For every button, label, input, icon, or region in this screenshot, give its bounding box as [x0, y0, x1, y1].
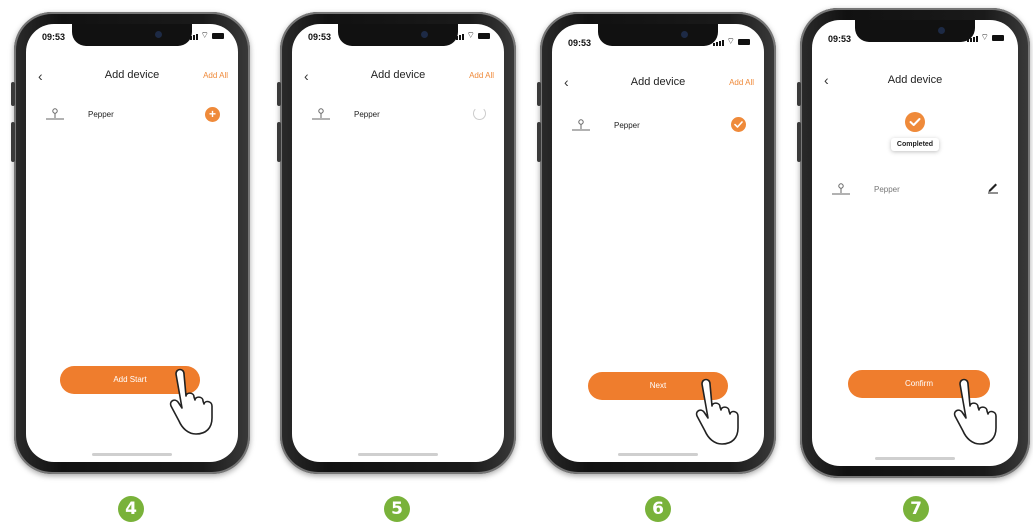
notch — [338, 24, 458, 46]
device-icon — [572, 119, 590, 131]
battery-icon — [992, 35, 1004, 41]
side-button — [277, 82, 281, 106]
check-icon — [905, 112, 925, 132]
step-badge: 4 — [118, 496, 144, 522]
side-button — [537, 122, 541, 162]
phone-frame-step-5: 09:53 ⌔ ‹ Add device Add All Pepper — [277, 12, 516, 474]
side-button — [797, 122, 801, 162]
status-icons: ⌔ — [186, 30, 224, 40]
home-indicator — [92, 453, 172, 456]
phone-screen: 09:53 ⌔ ‹ Add device Add All Pepper — [292, 24, 504, 462]
status-time: 09:53 — [308, 32, 332, 42]
side-button — [537, 82, 541, 106]
signal-icon — [966, 36, 978, 42]
notch — [855, 20, 975, 42]
signal-icon — [186, 34, 198, 40]
notch — [598, 24, 718, 46]
status-icons: ⌔ — [966, 32, 1004, 42]
add-all-link[interactable]: Add All — [203, 71, 228, 80]
check-icon — [731, 117, 746, 132]
wifi-icon: ⌔ — [466, 30, 475, 40]
signal-icon — [712, 40, 724, 46]
device-row: Pepper + — [44, 105, 220, 125]
add-all-link[interactable]: Add All — [469, 71, 494, 80]
completed-status: Completed — [812, 112, 1018, 151]
device-row: Pepper — [830, 180, 1000, 200]
wifi-icon: ⌔ — [200, 30, 209, 40]
battery-icon — [478, 33, 490, 39]
wifi-icon: ⌔ — [980, 32, 989, 42]
notch — [72, 24, 192, 46]
status-time: 09:53 — [42, 32, 66, 42]
status-icons: ⌔ — [452, 30, 490, 40]
loading-spinner-icon — [473, 107, 486, 120]
pointing-hand-icon — [695, 378, 739, 445]
step-badge: 7 — [903, 496, 929, 522]
page-title: Add device — [887, 74, 943, 86]
device-name: Pepper — [614, 121, 640, 130]
side-button — [277, 122, 281, 162]
side-button — [11, 82, 15, 106]
device-icon — [312, 108, 330, 120]
device-row: Pepper — [570, 116, 746, 136]
pointing-hand-icon — [953, 378, 997, 445]
device-name: Pepper — [354, 110, 380, 119]
side-button — [797, 82, 801, 106]
completed-label: Completed — [891, 138, 939, 151]
home-indicator — [875, 457, 955, 460]
home-indicator — [618, 453, 698, 456]
status-time: 09:53 — [828, 34, 852, 44]
pointing-hand-icon — [169, 368, 213, 435]
edit-pencil-icon[interactable] — [986, 180, 1000, 194]
device-icon — [46, 108, 64, 120]
home-indicator — [358, 453, 438, 456]
status-icons: ⌔ — [712, 36, 750, 46]
battery-icon — [738, 39, 750, 45]
device-name: Pepper — [874, 185, 900, 194]
wifi-icon: ⌔ — [726, 36, 735, 46]
add-icon[interactable]: + — [205, 107, 220, 122]
step-badge: 5 — [384, 496, 410, 522]
device-row: Pepper — [310, 105, 486, 125]
status-time: 09:53 — [568, 38, 592, 48]
device-name: Pepper — [88, 110, 114, 119]
step-badge: 6 — [645, 496, 671, 522]
battery-icon — [212, 33, 224, 39]
device-icon — [832, 183, 850, 195]
add-all-link[interactable]: Add All — [729, 78, 754, 87]
side-button — [11, 122, 15, 162]
signal-icon — [452, 34, 464, 40]
